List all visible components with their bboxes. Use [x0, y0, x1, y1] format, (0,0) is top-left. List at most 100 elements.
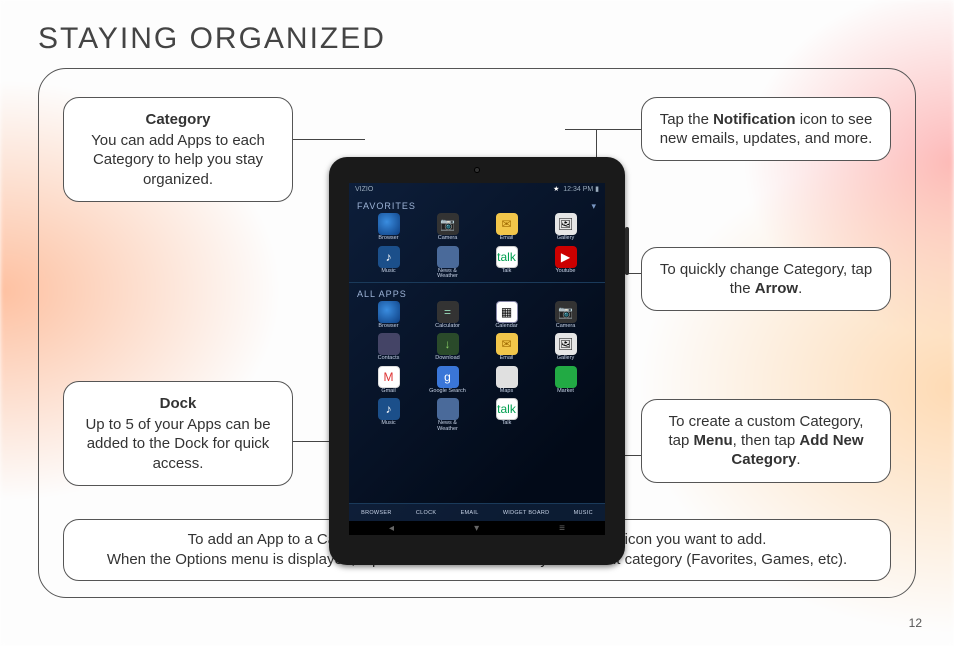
dock-item[interactable]: EMAIL [461, 510, 479, 516]
camera-dot [474, 167, 480, 173]
content-frame: Category You can add Apps to each Catego… [38, 68, 916, 598]
dock-item[interactable]: WIDGET BOARD [503, 510, 550, 516]
talk-icon[interactable]: talk [496, 246, 518, 268]
callout-category-body: You can add Apps to each Category to hel… [91, 132, 265, 187]
app-label: Camera [556, 324, 576, 330]
text: Tap the [660, 111, 713, 128]
app-label: Music [381, 269, 395, 275]
app-icon[interactable]: talkTalk [477, 246, 536, 280]
tablet-device: VIZIO ★ 12:34 PM ▮ FAVORITES ▾ Browser📷C… [329, 157, 625, 565]
youtube-icon[interactable]: ▶ [555, 246, 577, 268]
camera-icon[interactable]: 📷 [555, 301, 577, 323]
app-label: Gallery [557, 236, 574, 242]
app-icon[interactable]: ♪Music [359, 246, 418, 280]
dock-item[interactable]: BROWSER [361, 510, 392, 516]
status-time: 12:34 PM [563, 186, 593, 193]
camera-icon[interactable]: 📷 [437, 213, 459, 235]
app-label: Talk [502, 269, 512, 275]
app-icon[interactable]: ✉Email [477, 333, 536, 362]
gmail-icon[interactable]: M [378, 366, 400, 388]
email-icon[interactable]: ✉ [496, 333, 518, 355]
talk-icon[interactable]: talk [496, 398, 518, 420]
callout-dock: Dock Up to 5 of your Apps can be added t… [63, 381, 293, 486]
section-all-apps[interactable]: ALL APPS [349, 282, 605, 301]
text: . [796, 451, 800, 468]
music-icon[interactable]: ♪ [378, 398, 400, 420]
app-icon[interactable]: ✉Email [477, 213, 536, 242]
arrow-icon[interactable]: ▾ [591, 201, 597, 212]
app-label: Camera [438, 236, 458, 242]
app-label: Youtube [556, 269, 576, 275]
app-icon[interactable]: =Calculator [418, 301, 477, 330]
text-bold: Menu [693, 432, 732, 449]
app-icon[interactable]: 📷Camera [418, 213, 477, 242]
app-icon[interactable]: Browser [359, 213, 418, 242]
status-brand: VIZIO [355, 186, 373, 193]
app-label: News & Weather [428, 269, 468, 280]
dock-item[interactable]: MUSIC [574, 510, 593, 516]
market-icon[interactable] [555, 366, 577, 388]
text: . [798, 280, 802, 297]
app-icon[interactable]: 🖼Gallery [536, 333, 595, 362]
app-icon[interactable]: gGoogle Search [418, 366, 477, 395]
app-label: Music [381, 421, 395, 427]
download-icon[interactable]: ↓ [437, 333, 459, 355]
blank-icon[interactable] [555, 398, 577, 420]
gallery-icon[interactable]: 🖼 [555, 213, 577, 235]
news-weather-icon[interactable] [437, 398, 459, 420]
email-icon[interactable]: ✉ [496, 213, 518, 235]
dock-bar[interactable]: BROWSER CLOCK EMAIL WIDGET BOARD MUSIC [349, 503, 605, 521]
app-icon[interactable]: ▶Youtube [536, 246, 595, 280]
text-bold: Arrow [755, 280, 798, 297]
notification-icon[interactable]: ★ [553, 186, 559, 193]
app-label: Calendar [495, 324, 517, 330]
calculator-icon[interactable]: = [437, 301, 459, 323]
app-icon[interactable]: News & Weather [418, 246, 477, 280]
app-label: Contacts [378, 356, 400, 362]
browser-icon[interactable] [378, 213, 400, 235]
app-label: Calculator [435, 324, 460, 330]
app-label: Email [500, 356, 514, 362]
menu-softkey-icon[interactable]: ≡ [559, 523, 565, 534]
softkey-icon[interactable]: ▾ [474, 523, 479, 534]
maps-icon[interactable] [496, 366, 518, 388]
app-icon[interactable]: ♪Music [359, 398, 418, 432]
news-weather-icon[interactable] [437, 246, 459, 268]
app-label: Market [557, 389, 574, 395]
google-search-icon[interactable]: g [437, 366, 459, 388]
callout-category: Category You can add Apps to each Catego… [63, 97, 293, 202]
app-icon[interactable]: ▦Calendar [477, 301, 536, 330]
section-favorites[interactable]: FAVORITES ▾ [349, 195, 605, 213]
app-icon[interactable]: Maps [477, 366, 536, 395]
app-label: Browser [378, 324, 398, 330]
app-icon[interactable] [536, 398, 595, 432]
app-label: News & Weather [428, 421, 468, 432]
app-icon[interactable]: Browser [359, 301, 418, 330]
app-icon[interactable]: 🖼Gallery [536, 213, 595, 242]
gallery-icon[interactable]: 🖼 [555, 333, 577, 355]
app-icon[interactable]: Market [536, 366, 595, 395]
app-icon[interactable]: ↓Download [418, 333, 477, 362]
app-icon[interactable]: News & Weather [418, 398, 477, 432]
app-icon[interactable]: Contacts [359, 333, 418, 362]
dock-item[interactable]: CLOCK [416, 510, 436, 516]
leader-line [565, 129, 641, 130]
tablet-screen: VIZIO ★ 12:34 PM ▮ FAVORITES ▾ Browser📷C… [349, 183, 605, 535]
text: , then tap [733, 432, 800, 449]
app-icon[interactable]: MGmail [359, 366, 418, 395]
browser-icon[interactable] [378, 301, 400, 323]
callout-category-heading: Category [80, 110, 276, 129]
softkey-icon[interactable]: ◂ [389, 523, 394, 534]
app-icon[interactable]: 📷Camera [536, 301, 595, 330]
app-icon[interactable]: talkTalk [477, 398, 536, 432]
app-label: Email [500, 236, 514, 242]
music-icon[interactable]: ♪ [378, 246, 400, 268]
page-number: 12 [909, 616, 922, 630]
favorites-grid: Browser📷Camera✉Email🖼Gallery♪MusicNews &… [349, 213, 605, 280]
status-bar: VIZIO ★ 12:34 PM ▮ [349, 183, 605, 195]
app-label: Download [435, 356, 459, 362]
callout-arrow: To quickly change Category, tap the Arro… [641, 247, 891, 311]
contacts-icon[interactable] [378, 333, 400, 355]
page-title: STAYING ORGANIZED [38, 22, 386, 56]
calendar-icon[interactable]: ▦ [496, 301, 518, 323]
